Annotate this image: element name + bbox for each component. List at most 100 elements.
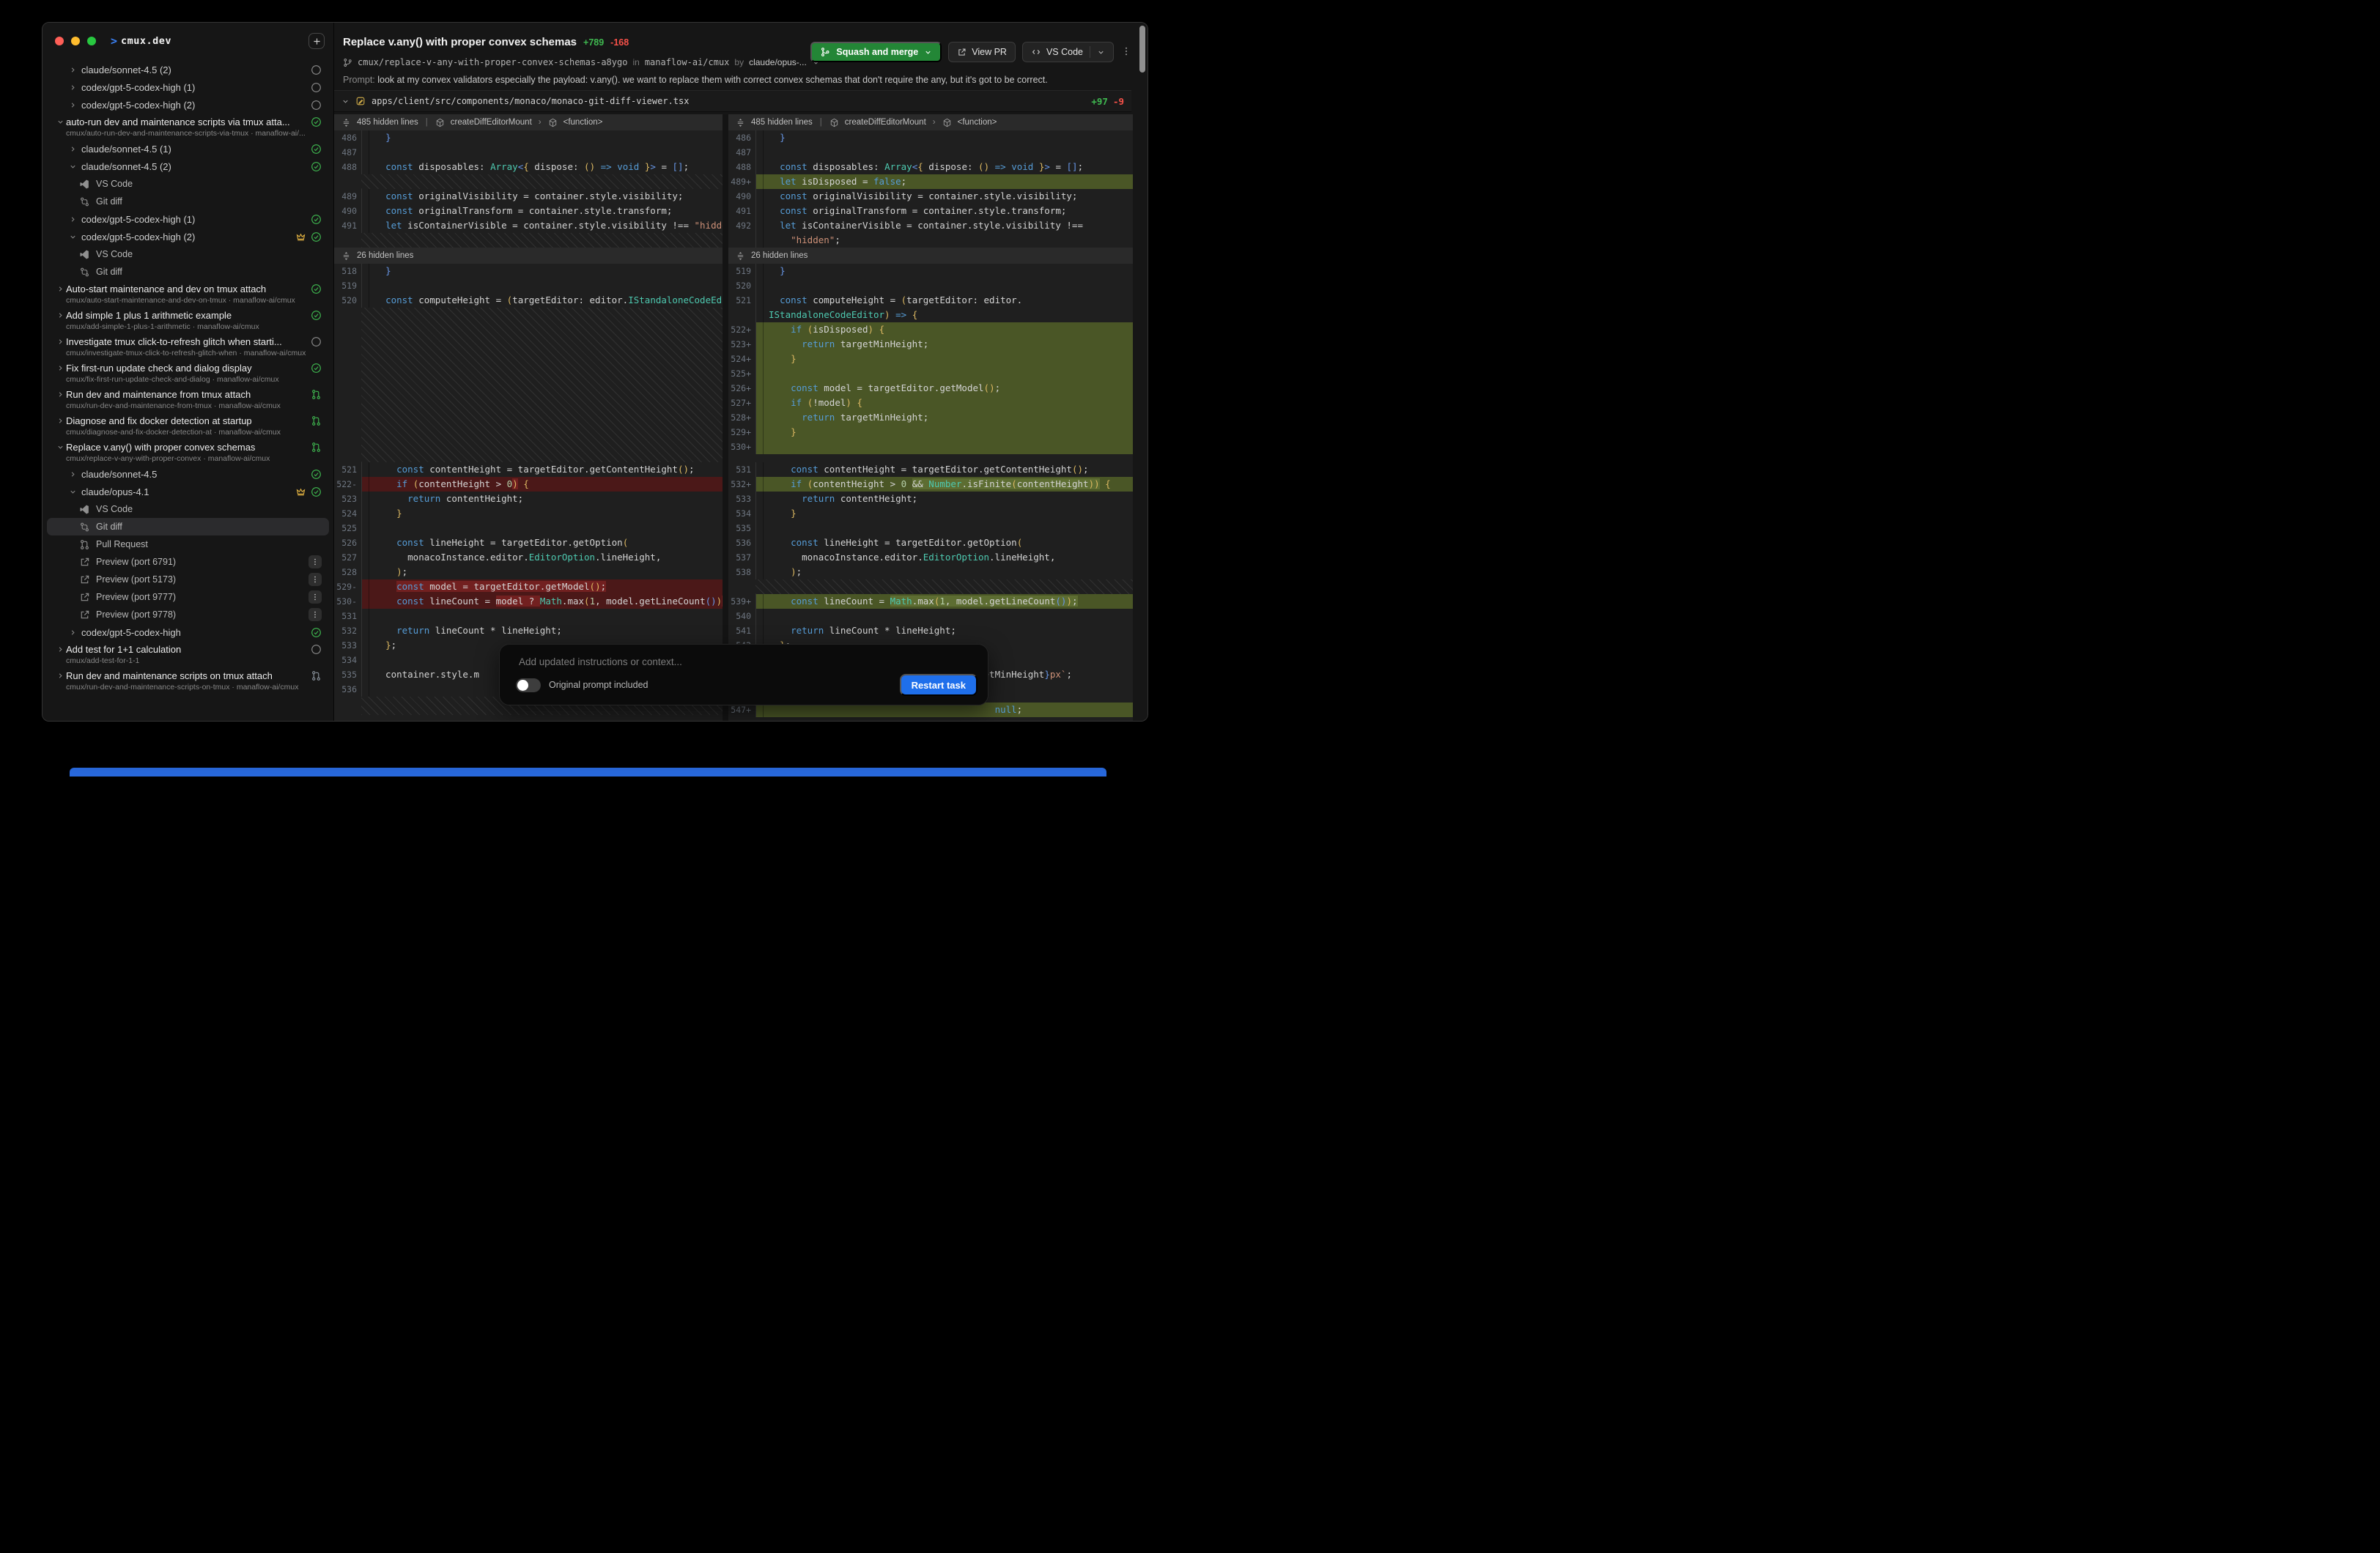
sidebar-task-item[interactable]: Add simple 1 plus 1 arithmetic example c…	[47, 307, 329, 333]
header-overflow-menu-button[interactable]	[1121, 46, 1131, 56]
sidebar-task-item[interactable]: Diagnose and fix docker detection at sta…	[47, 412, 329, 439]
task-title: Fix first-run update check and dialog di…	[66, 363, 252, 374]
chevron-right-icon	[69, 145, 77, 153]
crown-icon	[295, 486, 306, 497]
line-number: 539+	[728, 594, 755, 609]
sidebar-item-vs-code[interactable]: VS Code	[47, 175, 329, 193]
code-line: 487	[334, 145, 722, 160]
sidebar-task-item[interactable]: Add test for 1+1 calculation cmux/add-te…	[47, 641, 329, 667]
collapse-file-chevron-icon[interactable]	[341, 97, 350, 105]
hidden-lines-banner[interactable]: 26 hidden lines	[334, 248, 722, 264]
symbol-method-icon	[435, 118, 445, 127]
sidebar-branch-item[interactable]: claude/sonnet-4.5 (2)	[47, 61, 329, 78]
sidebar-item-vs-code[interactable]: VS Code	[47, 245, 329, 263]
vscode-button[interactable]: VS Code	[1022, 42, 1114, 62]
external-link-icon	[79, 609, 90, 620]
sidebar-item-preview-port-9777-[interactable]: Preview (port 9777)	[47, 588, 329, 606]
restart-task-button[interactable]: Restart task	[900, 674, 978, 696]
empty-circle-icon	[311, 644, 322, 655]
chevron-right-icon	[55, 390, 66, 399]
agent-name[interactable]: claude/opus-...	[749, 57, 807, 67]
item-menu-button[interactable]	[308, 590, 322, 604]
sidebar-task-item[interactable]: Run dev and maintenance scripts on tmux …	[47, 667, 329, 694]
branch-label: claude/sonnet-4.5 (2)	[78, 161, 171, 172]
code-text: }	[763, 352, 1133, 366]
file-bar[interactable]: apps/client/src/components/monaco/monaco…	[334, 90, 1131, 112]
pull-request-icon	[79, 539, 90, 550]
window-scrollbar-thumb[interactable]	[1139, 26, 1145, 73]
code-text: return targetMinHeight;	[763, 337, 1133, 352]
sidebar-task-item[interactable]: Replace v.any() with proper convex schem…	[47, 439, 329, 465]
chevron-right-icon	[55, 285, 66, 293]
sidebar-branch-item[interactable]: codex/gpt-5-codex-high (1)	[47, 78, 329, 96]
sidebar-task-item[interactable]: Run dev and maintenance from tmux attach…	[47, 386, 329, 412]
sidebar-task-item[interactable]: auto-run dev and maintenance scripts via…	[47, 114, 329, 140]
zoom-window-button[interactable]	[87, 37, 96, 45]
task-title: Run dev and maintenance scripts on tmux …	[66, 670, 273, 681]
sidebar-item-vs-code[interactable]: VS Code	[47, 500, 329, 518]
item-menu-button[interactable]	[308, 608, 322, 621]
code-text	[763, 278, 1133, 293]
hidden-lines-banner[interactable]: 485 hidden lines|createDiffEditorMount›<…	[334, 114, 722, 130]
sidebar-item-preview-port-5173-[interactable]: Preview (port 5173)	[47, 571, 329, 588]
sidebar-branch-item[interactable]: claude/sonnet-4.5 (2)	[47, 157, 329, 175]
branch-name[interactable]: cmux/replace-v-any-with-proper-convex-sc…	[358, 57, 627, 67]
squash-and-merge-button[interactable]: Squash and merge	[810, 42, 942, 62]
task-subtitle: cmux/auto-start-maintenance-and-dev-on-t…	[55, 295, 322, 305]
pull-request-icon	[311, 670, 322, 681]
sidebar-branch-item[interactable]: codex/gpt-5-codex-high	[47, 623, 329, 641]
sidebar-branch-item[interactable]: claude/sonnet-4.5 (1)	[47, 140, 329, 157]
sidebar-branch-item[interactable]: claude/opus-4.1	[47, 483, 329, 500]
sidebar-branch-item[interactable]: codex/gpt-5-codex-high (2)	[47, 96, 329, 114]
new-task-button[interactable]	[308, 33, 325, 49]
instructions-input[interactable]: Add updated instructions or context...	[519, 656, 682, 667]
code-line: 521 const contentHeight = targetEditor.g…	[334, 462, 722, 477]
sidebar-task-item[interactable]: Fix first-run update check and dialog di…	[47, 360, 329, 386]
vscode-icon	[79, 249, 90, 260]
task-subtitle: cmux/run-dev-and-maintenance-from-tmux ·…	[55, 401, 322, 411]
symbol-method-icon	[435, 118, 445, 127]
sidebar-branch-item[interactable]: codex/gpt-5-codex-high (1)	[47, 210, 329, 228]
minimize-window-button[interactable]	[71, 37, 80, 45]
original-prompt-toggle[interactable]	[516, 678, 541, 692]
code-line: 519	[334, 278, 722, 293]
sidebar-item-preview-port-6791-[interactable]: Preview (port 6791)	[47, 553, 329, 571]
code-line: 533 return contentHeight;	[728, 492, 1133, 506]
sidebar-task-item[interactable]: Auto-start maintenance and dev on tmux a…	[47, 281, 329, 307]
sidebar-item-git-diff[interactable]: Git diff	[47, 263, 329, 281]
sidebar-item-pull-request[interactable]: Pull Request	[47, 535, 329, 553]
code-text: const originalVisibility = container.sty…	[369, 189, 722, 204]
unfold-icon	[736, 118, 745, 127]
branch-label: codex/gpt-5-codex-high (1)	[78, 82, 195, 93]
item-label: Preview (port 6791)	[96, 557, 176, 567]
hidden-lines-banner[interactable]: 26 hidden lines	[728, 248, 1133, 264]
line-number: 488	[728, 160, 755, 174]
check-circle-icon	[311, 144, 322, 155]
item-menu-button[interactable]	[308, 555, 322, 568]
sidebar-item-preview-port-9778-[interactable]: Preview (port 9778)	[47, 606, 329, 623]
branch-label: claude/sonnet-4.5	[78, 469, 157, 480]
sidebar-branch-item[interactable]: codex/gpt-5-codex-high (2)	[47, 228, 329, 245]
code-text: return contentHeight;	[763, 492, 1133, 506]
sidebar-item-git-diff[interactable]: Git diff	[47, 518, 329, 535]
chevron-down-icon[interactable]	[1097, 48, 1105, 56]
code-text: return lineCount * lineHeight;	[763, 623, 1133, 638]
check-circle-icon	[311, 231, 322, 242]
code-text: }	[369, 130, 722, 145]
hidden-lines-banner[interactable]: 485 hidden lines|createDiffEditorMount›<…	[728, 114, 1133, 130]
chevron-down-icon[interactable]	[924, 48, 932, 56]
by-label: by	[734, 57, 744, 67]
view-pr-button[interactable]: View PR	[948, 42, 1016, 62]
close-window-button[interactable]	[55, 37, 64, 45]
sidebar-branch-item[interactable]: claude/sonnet-4.5	[47, 465, 329, 483]
file-path: apps/client/src/components/monaco/monaco…	[372, 96, 689, 106]
sidebar-item-git-diff[interactable]: Git diff	[47, 193, 329, 210]
code-line: 491 let isContainerVisible = container.s…	[334, 218, 722, 233]
diff-viewer: 485 hidden lines|createDiffEditorMount›<…	[334, 114, 1148, 721]
task-title: Replace v.any() with proper convex schem…	[66, 442, 255, 453]
sidebar-task-item[interactable]: Investigate tmux click-to-refresh glitch…	[47, 333, 329, 360]
repo-name[interactable]: manaflow-ai/cmux	[645, 57, 730, 67]
line-number: 530+	[728, 440, 755, 454]
item-menu-button[interactable]	[308, 573, 322, 586]
line-number: 532	[334, 623, 361, 638]
